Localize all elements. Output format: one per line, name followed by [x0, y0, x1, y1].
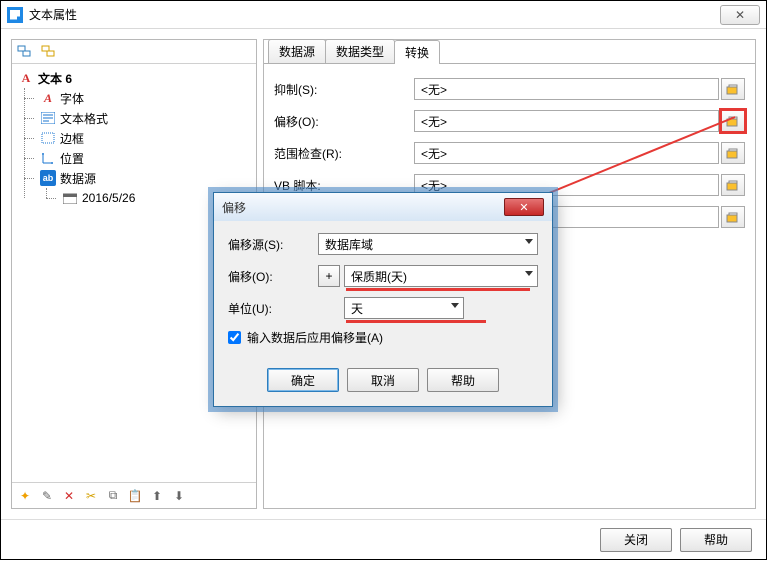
dialog-close-button[interactable]: ✕ — [504, 198, 544, 216]
dialog-select-source[interactable]: 数据库域 — [318, 233, 538, 255]
help-button[interactable]: 帮助 — [680, 528, 752, 552]
close-button[interactable]: 关闭 — [600, 528, 672, 552]
tree-label: 2016/5/26 — [82, 191, 135, 205]
expand-extra-button[interactable] — [721, 206, 745, 228]
tree-root[interactable]: A 文本 6 — [14, 68, 254, 88]
label-vbscript: VB 脚本: — [274, 177, 414, 194]
paste-icon[interactable]: 📋 — [126, 487, 144, 505]
window-titlebar: 文本属性 ✕ — [1, 1, 766, 29]
down-icon[interactable]: ⬇ — [170, 487, 188, 505]
dialog-select-offset[interactable]: 保质期(天) — [344, 265, 538, 287]
chevron-down-icon — [451, 303, 459, 308]
dialog-plus-button[interactable]: + — [318, 265, 340, 287]
row-range: 范围检查(R): <无> — [274, 142, 745, 164]
dialog-body: 偏移源(S): 数据库域 偏移(O): + 保质期(天) 单位(U): 天 — [214, 221, 552, 360]
tree-label: 数据源 — [60, 170, 96, 187]
dialog-title: 偏移 — [222, 199, 504, 216]
tree-item-position[interactable]: 位置 — [36, 148, 254, 168]
tree-label: 边框 — [60, 130, 84, 147]
tree-item-format[interactable]: 文本格式 — [36, 108, 254, 128]
close-window-button[interactable]: ✕ — [720, 5, 760, 25]
label-offset: 偏移(O): — [274, 113, 414, 130]
dialog-row-offset: 偏移(O): + 保质期(天) — [228, 265, 538, 287]
window-footer: 关闭 帮助 — [1, 519, 766, 559]
tree-item-datasource[interactable]: ab 数据源 — [36, 168, 254, 188]
tree-label: 文本格式 — [60, 110, 108, 127]
label-range: 范围检查(R): — [274, 145, 414, 162]
border-icon — [40, 130, 56, 146]
font-icon: A — [40, 90, 56, 106]
toolbar-icon-2[interactable] — [40, 43, 60, 61]
dialog-titlebar: 偏移 ✕ — [214, 193, 552, 221]
position-icon — [40, 150, 56, 166]
dialog-cancel-button[interactable]: 取消 — [347, 368, 419, 392]
dialog-ok-button[interactable]: 确定 — [267, 368, 339, 392]
value-range[interactable]: <无> — [414, 142, 719, 164]
dialog-row-checkbox: 输入数据后应用偏移量(A) — [228, 329, 538, 346]
tab-transform[interactable]: 转换 — [394, 40, 440, 64]
tree-root-label: 文本 6 — [38, 70, 72, 87]
tree-item-font[interactable]: A 字体 — [36, 88, 254, 108]
row-offset: 偏移(O): <无> — [274, 110, 745, 132]
annotation-underline — [346, 288, 530, 291]
value-offset[interactable]: <无> — [414, 110, 719, 132]
wand-icon[interactable]: ✎ — [38, 487, 56, 505]
tab-strip: 数据源 数据类型 转换 — [264, 40, 755, 64]
row-suppress: 抑制(S): <无> — [274, 78, 745, 100]
cut-icon[interactable]: ✂ — [82, 487, 100, 505]
expand-range-button[interactable] — [721, 142, 745, 164]
dialog-footer: 确定 取消 帮助 — [214, 360, 552, 406]
copy-icon[interactable]: ⧉ — [104, 487, 122, 505]
dialog-row-unit: 单位(U): 天 — [228, 297, 538, 319]
annotation-underline — [346, 320, 486, 323]
dialog-label-offset: 偏移(O): — [228, 268, 318, 285]
text-icon: A — [18, 70, 34, 86]
toolbar-icon-1[interactable] — [16, 43, 36, 61]
chevron-down-icon — [525, 239, 533, 244]
offset-dialog: 偏移 ✕ 偏移源(S): 数据库域 偏移(O): + 保质期(天) 单位(U):… — [213, 192, 553, 407]
tree-label: 字体 — [60, 90, 84, 107]
new-icon[interactable]: ✦ — [16, 487, 34, 505]
date-icon — [62, 190, 78, 206]
label-suppress: 抑制(S): — [274, 81, 414, 98]
dialog-checkbox-label: 输入数据后应用偏移量(A) — [247, 329, 383, 346]
value-suppress[interactable]: <无> — [414, 78, 719, 100]
tab-datasource[interactable]: 数据源 — [268, 39, 326, 63]
window-title: 文本属性 — [29, 6, 716, 23]
expand-offset-button[interactable] — [721, 110, 745, 132]
datasource-icon: ab — [40, 170, 56, 186]
dialog-row-source: 偏移源(S): 数据库域 — [228, 233, 538, 255]
tree-label: 位置 — [60, 150, 84, 167]
dialog-label-unit: 单位(U): — [228, 300, 318, 317]
dialog-apply-checkbox[interactable] — [228, 331, 241, 344]
dialog-help-button[interactable]: 帮助 — [427, 368, 499, 392]
sidebar-top-toolbar — [12, 40, 256, 64]
up-icon[interactable]: ⬆ — [148, 487, 166, 505]
delete-icon[interactable]: ✕ — [60, 487, 78, 505]
tab-datatype[interactable]: 数据类型 — [325, 39, 395, 63]
app-icon — [7, 7, 23, 23]
dialog-select-unit[interactable]: 天 — [344, 297, 464, 319]
tree-children: A 字体 文本格式 边框 位置 ab 数据源 — [14, 88, 254, 208]
sidebar-bottom-toolbar: ✦ ✎ ✕ ✂ ⧉ 📋 ⬆ ⬇ — [12, 482, 256, 508]
format-icon — [40, 110, 56, 126]
dialog-label-source: 偏移源(S): — [228, 236, 318, 253]
chevron-down-icon — [525, 271, 533, 276]
expand-suppress-button[interactable] — [721, 78, 745, 100]
expand-vbscript-button[interactable] — [721, 174, 745, 196]
tree-item-border[interactable]: 边框 — [36, 128, 254, 148]
